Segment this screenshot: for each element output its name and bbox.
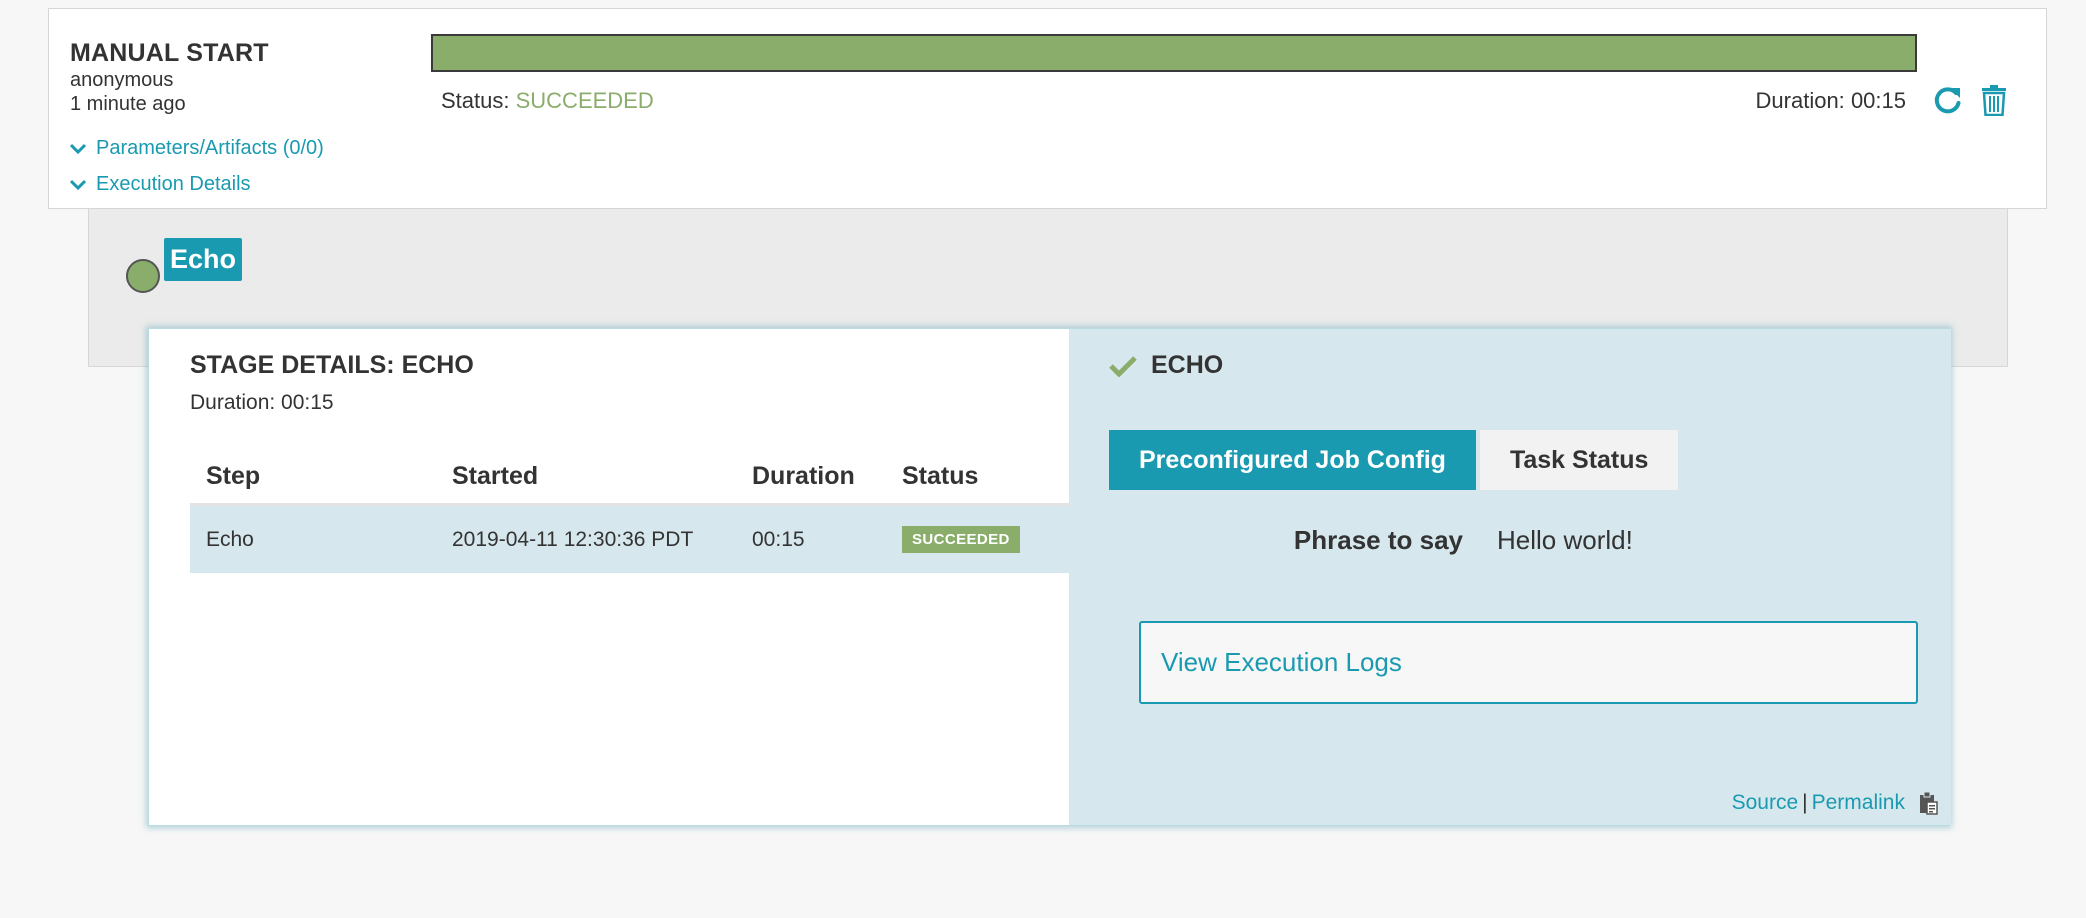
status-label: Status: xyxy=(441,88,510,113)
chevron-down-icon xyxy=(70,143,86,154)
duration-label: Duration: xyxy=(1755,88,1845,113)
column-header-duration: Duration xyxy=(752,461,855,490)
link-separator: | xyxy=(1802,791,1808,814)
trigger-user: anonymous xyxy=(70,69,174,91)
chevron-down-icon xyxy=(70,179,86,190)
stage-details-panel: STAGE DETAILS: ECHO Duration: 00:15 Step… xyxy=(148,328,1951,826)
parameters-artifacts-toggle[interactable]: Parameters/Artifacts (0/0) xyxy=(70,137,324,160)
status-badge: SUCCEEDED xyxy=(902,526,1020,553)
execution-card: MANUAL START anonymous 1 minute ago Para… xyxy=(48,8,2047,209)
step-name: Echo xyxy=(206,527,254,551)
parameters-artifacts-label: Parameters/Artifacts (0/0) xyxy=(96,137,324,159)
restart-icon xyxy=(1934,87,1961,114)
task-header: ECHO xyxy=(1109,351,1223,380)
execution-status: Status: SUCCEEDED xyxy=(441,88,654,114)
column-header-started: Started xyxy=(452,461,539,490)
trash-icon xyxy=(1982,85,2006,116)
clipboard-icon[interactable] xyxy=(1917,791,1939,815)
stage-summary: STAGE DETAILS: ECHO Duration: 00:15 Step… xyxy=(149,329,1069,825)
stage-status-dot[interactable] xyxy=(126,259,160,293)
restart-button[interactable] xyxy=(1931,83,1965,117)
stage-details-title: STAGE DETAILS: ECHO xyxy=(190,351,474,379)
step-status-cell: SUCCEEDED xyxy=(902,526,1069,553)
source-link[interactable]: Source xyxy=(1732,791,1799,815)
table-row[interactable]: Echo 2019-04-11 12:30:36 PDT 00:15 SUCCE… xyxy=(190,506,1069,573)
task-detail-panel: ECHO Preconfigured Job Config Task Statu… xyxy=(1069,329,1951,825)
field-label: Phrase to say xyxy=(1293,525,1463,555)
step-duration: 00:15 xyxy=(752,527,805,551)
execution-details-label: Execution Details xyxy=(96,173,251,195)
stage-node-echo[interactable]: Echo xyxy=(164,238,243,281)
trigger-title: MANUAL START xyxy=(70,39,269,67)
status-value: SUCCEEDED xyxy=(515,88,654,113)
task-tabs: Preconfigured Job Config Task Status xyxy=(1109,430,1679,490)
execution-progress-bar xyxy=(431,34,1917,72)
table-header: Step Started Duration Status xyxy=(190,449,1069,506)
check-icon xyxy=(1109,355,1137,377)
view-execution-logs-button[interactable]: View Execution Logs xyxy=(1139,621,1918,704)
permalink-link[interactable]: Permalink xyxy=(1812,791,1905,815)
delete-button[interactable] xyxy=(1977,83,2011,117)
stage-duration: Duration: 00:15 xyxy=(190,391,334,414)
step-started: 2019-04-11 12:30:36 PDT xyxy=(452,527,694,551)
execution-details-toggle[interactable]: Execution Details xyxy=(70,173,251,196)
column-header-status: Status xyxy=(902,461,979,490)
column-header-step: Step xyxy=(206,461,261,490)
tab-preconfigured-job-config[interactable]: Preconfigured Job Config xyxy=(1109,430,1476,490)
footer-links: Source | Permalink xyxy=(1732,791,1939,815)
execution-duration: Duration: 00:15 xyxy=(1756,88,1906,114)
tab-task-status[interactable]: Task Status xyxy=(1479,430,1679,490)
task-name: ECHO xyxy=(1151,351,1224,379)
steps-table: Step Started Duration Status Echo 2019-0… xyxy=(190,449,1069,573)
field-value: Hello world! xyxy=(1497,525,1633,555)
trigger-time: 1 minute ago xyxy=(70,93,186,115)
duration-value: 00:15 xyxy=(1850,88,1906,113)
